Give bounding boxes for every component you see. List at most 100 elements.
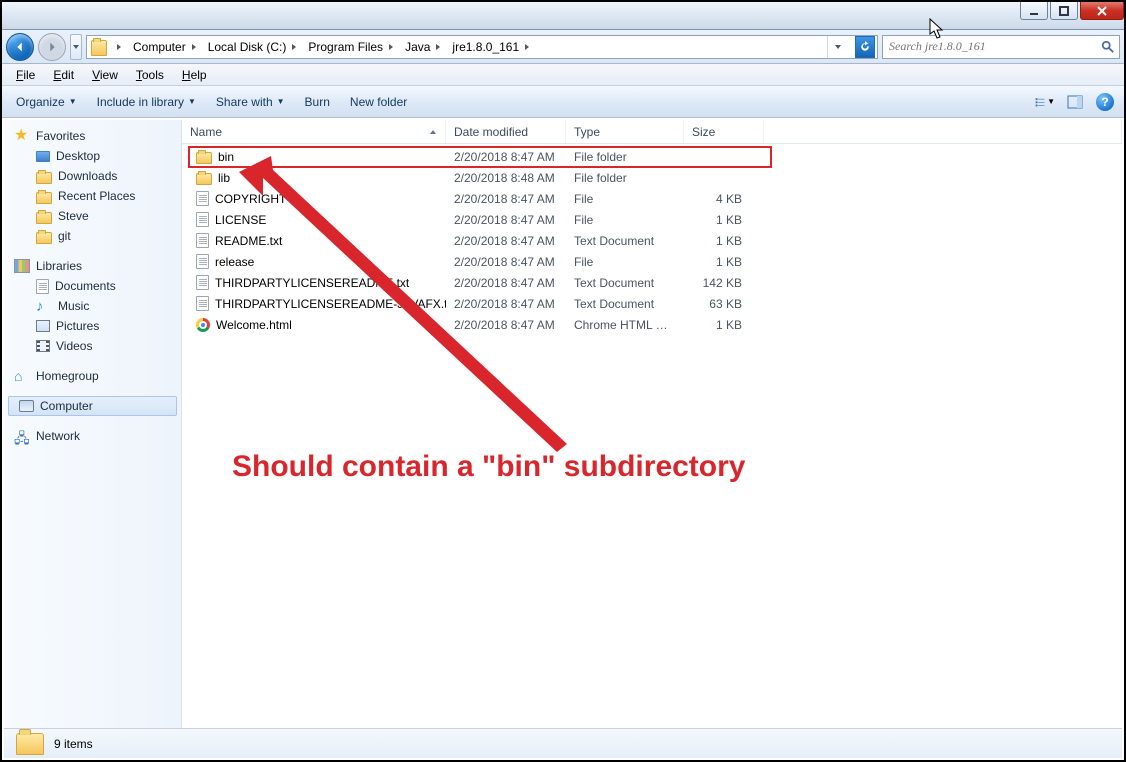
- help-button[interactable]: ?: [1094, 91, 1116, 113]
- sidebar-group-libraries: Libraries Documents♪Music Pictures Videos: [4, 256, 181, 356]
- sidebar-item[interactable]: Steve: [4, 206, 181, 226]
- cell-size: 1 KB: [684, 318, 764, 332]
- sidebar-item-label: Music: [58, 299, 89, 313]
- cell-type: File: [566, 255, 684, 269]
- cell-date: 2/20/2018 8:47 AM: [446, 297, 566, 311]
- breadcrumb-segment[interactable]: Local Disk (C:): [206, 40, 301, 54]
- cell-name: LICENSE: [182, 212, 446, 227]
- sidebar-heading-libraries[interactable]: Libraries: [4, 256, 181, 276]
- forward-button[interactable]: [38, 33, 66, 61]
- cell-type: File folder: [566, 171, 684, 185]
- help-icon: ?: [1096, 93, 1114, 111]
- sidebar-item[interactable]: git: [4, 226, 181, 246]
- file-row[interactable]: THIRDPARTYLICENSEREADME.txt2/20/2018 8:4…: [182, 272, 1122, 293]
- cell-date: 2/20/2018 8:47 AM: [446, 213, 566, 227]
- file-name: THIRDPARTYLICENSEREADME-JAVAFX.txt: [215, 297, 446, 311]
- search-input[interactable]: [887, 38, 1097, 55]
- cell-size: 1 KB: [684, 255, 764, 269]
- chevron-right-icon: [387, 40, 395, 54]
- column-header-empty: [764, 120, 1122, 143]
- sidebar-item-label: Videos: [56, 339, 92, 353]
- cell-type: Text Document: [566, 234, 684, 248]
- maximize-button[interactable]: [1050, 2, 1078, 20]
- menu-edit[interactable]: Edit: [45, 66, 82, 84]
- file-icon: [196, 254, 209, 269]
- include-in-library-button[interactable]: Include in library▼: [91, 91, 202, 113]
- breadcrumb-segment[interactable]: [113, 40, 125, 54]
- back-button[interactable]: [6, 33, 34, 61]
- cell-date: 2/20/2018 8:47 AM: [446, 255, 566, 269]
- view-mode-button[interactable]: ▼: [1034, 91, 1056, 113]
- sidebar-item-label: Desktop: [56, 149, 100, 163]
- sidebar-item[interactable]: Desktop: [4, 146, 181, 166]
- column-header-name[interactable]: Name: [182, 120, 446, 143]
- sidebar-group-network: 🖧 Network: [4, 426, 181, 446]
- cell-name: README.txt: [182, 233, 446, 248]
- status-item-count: 9 items: [54, 737, 93, 751]
- file-row[interactable]: README.txt2/20/2018 8:47 AMText Document…: [182, 230, 1122, 251]
- menu-help[interactable]: Help: [174, 66, 215, 84]
- file-row[interactable]: release2/20/2018 8:47 AMFile1 KB: [182, 251, 1122, 272]
- toolbar: Organize▼ Include in library▼ Share with…: [2, 86, 1124, 118]
- sidebar-item[interactable]: Documents: [4, 276, 181, 296]
- menu-file[interactable]: File: [8, 66, 43, 84]
- preview-pane-icon: [1067, 94, 1083, 110]
- folder-icon: [91, 40, 107, 56]
- statusbar: 9 items: [4, 728, 1122, 758]
- nav-history-dropdown[interactable]: [70, 34, 82, 60]
- sidebar-heading-homegroup[interactable]: ⌂ Homegroup: [4, 366, 181, 386]
- sidebar-item[interactable]: Downloads: [4, 166, 181, 186]
- sidebar-heading-computer[interactable]: Computer: [8, 396, 177, 416]
- share-with-button[interactable]: Share with▼: [210, 91, 291, 113]
- preview-pane-button[interactable]: [1064, 91, 1086, 113]
- cell-name: COPYRIGHT: [182, 191, 446, 206]
- organize-button[interactable]: Organize▼: [10, 91, 83, 113]
- breadcrumb-segment[interactable]: jre1.8.0_161: [450, 40, 533, 54]
- column-header-size[interactable]: Size: [684, 120, 764, 143]
- sidebar-item[interactable]: Pictures: [4, 316, 181, 336]
- breadcrumb-segment[interactable]: Program Files: [306, 40, 397, 54]
- cell-date: 2/20/2018 8:47 AM: [446, 150, 566, 164]
- sidebar-item[interactable]: Videos: [4, 336, 181, 356]
- address-dropdown[interactable]: [827, 36, 847, 58]
- file-row[interactable]: COPYRIGHT2/20/2018 8:47 AMFile4 KB: [182, 188, 1122, 209]
- breadcrumb-segment[interactable]: Computer: [131, 40, 200, 54]
- breadcrumb-label: jre1.8.0_161: [452, 40, 519, 54]
- sidebar-heading-network[interactable]: 🖧 Network: [4, 426, 181, 446]
- burn-button[interactable]: Burn: [299, 91, 336, 113]
- cell-type: Text Document: [566, 276, 684, 290]
- folder-icon: [196, 152, 212, 164]
- file-row[interactable]: LICENSE2/20/2018 8:47 AMFile1 KB: [182, 209, 1122, 230]
- sidebar-group-favorites: ★ Favorites Desktop Downloads Recent Place…: [4, 126, 181, 246]
- column-header-date[interactable]: Date modified: [446, 120, 566, 143]
- cell-date: 2/20/2018 8:47 AM: [446, 318, 566, 332]
- sidebar-heading-favorites[interactable]: ★ Favorites: [4, 126, 181, 146]
- sidebar-item-label: Downloads: [58, 169, 117, 183]
- new-folder-button[interactable]: New folder: [344, 91, 413, 113]
- close-button[interactable]: [1080, 2, 1124, 20]
- cell-type: File: [566, 192, 684, 206]
- cell-name: Welcome.html: [182, 318, 446, 332]
- breadcrumb-label: Java: [405, 40, 430, 54]
- minimize-button[interactable]: [1020, 2, 1048, 20]
- address-bar[interactable]: Computer Local Disk (C:) Program Files J…: [86, 35, 878, 59]
- file-name: LICENSE: [215, 213, 266, 227]
- file-row[interactable]: THIRDPARTYLICENSEREADME-JAVAFX.txt2/20/2…: [182, 293, 1122, 314]
- sidebar-item[interactable]: ♪Music: [4, 296, 181, 316]
- file-list-pane: Name Date modified Type Size bin2/20/201…: [182, 120, 1122, 728]
- sidebar-item[interactable]: Recent Places: [4, 186, 181, 206]
- breadcrumb-segment[interactable]: Java: [403, 40, 444, 54]
- refresh-button[interactable]: [855, 36, 875, 58]
- file-row[interactable]: bin2/20/2018 8:47 AMFile folder: [182, 146, 1122, 167]
- computer-icon: [19, 400, 34, 412]
- desktop-icon: [36, 151, 50, 162]
- file-row[interactable]: lib2/20/2018 8:48 AMFile folder: [182, 167, 1122, 188]
- column-header-type[interactable]: Type: [566, 120, 684, 143]
- sidebar-item-label: Pictures: [56, 319, 99, 333]
- file-row[interactable]: Welcome.html2/20/2018 8:47 AMChrome HTML…: [182, 314, 1122, 335]
- folder-icon: [36, 192, 52, 204]
- menu-tools[interactable]: Tools: [128, 66, 172, 84]
- cell-type: File: [566, 213, 684, 227]
- search-box[interactable]: [882, 35, 1120, 59]
- menu-view[interactable]: View: [84, 66, 126, 84]
